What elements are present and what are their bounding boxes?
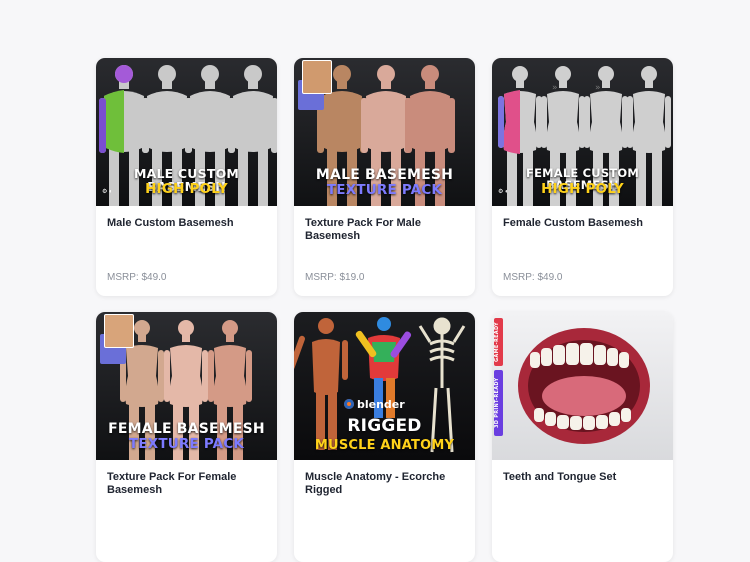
product-card-muscle-anatomy[interactable]: blender RIGGED MUSCLE ANATOMY Muscle Ana… (294, 312, 475, 562)
teeth-tongue-image[interactable]: GAME-READY 3D PRINT-READY (492, 312, 673, 460)
software-logos-icon: ⚙ ◐ (102, 189, 113, 195)
thumb-caption-line1: RIGGED (347, 416, 422, 436)
blender-logo-text: blender (357, 398, 405, 411)
product-title[interactable]: Teeth and Tongue Set (503, 471, 663, 484)
game-ready-badge: GAME-READY (494, 318, 503, 366)
product-card-texture-pack-female[interactable]: FEMALE BASEMESH TEXTURE PACK Texture Pac… (96, 312, 277, 562)
female-textured-figures-image[interactable]: FEMALE BASEMESH TEXTURE PACK (96, 312, 277, 460)
product-title[interactable]: Female Custom Basemesh (503, 217, 663, 230)
software-logos-icon: ⚙ ◐ (498, 189, 509, 195)
product-card-teeth-tongue[interactable]: GAME-READY 3D PRINT-READY Teeth and Tong… (492, 312, 673, 562)
product-card-texture-pack-male[interactable]: MALE BASEMESH TEXTURE PACK Texture Pack … (294, 58, 475, 296)
product-grid: MALE CUSTOM BASEMESH HIGH POLY ⚙ ◐ Male … (96, 58, 673, 562)
thumb-caption-line2: MUSCLE ANATOMY (314, 438, 455, 453)
product-price: MSRP: $49.0 (107, 272, 167, 283)
muscle-anatomy-image[interactable]: blender RIGGED MUSCLE ANATOMY (294, 312, 475, 460)
thumb-caption-line2: HIGH POLY (145, 181, 228, 197)
thumb-caption-line2: TEXTURE PACK (326, 182, 443, 198)
svg-text:»: » (595, 83, 601, 93)
thumb-caption-line2: HIGH POLY (541, 181, 624, 197)
product-price: MSRP: $19.0 (305, 272, 365, 283)
blender-icon (344, 399, 354, 409)
male-textured-figures-image[interactable]: MALE BASEMESH TEXTURE PACK (294, 58, 475, 206)
thumb-caption-line2: TEXTURE PACK (128, 436, 245, 452)
product-title[interactable]: Texture Pack For Female Basemesh (107, 471, 267, 497)
texture-swatch-icon (104, 314, 134, 348)
product-title[interactable]: Male Custom Basemesh (107, 217, 267, 230)
male-figures-image[interactable]: MALE CUSTOM BASEMESH HIGH POLY ⚙ ◐ (96, 58, 277, 206)
blender-logo: blender (344, 398, 405, 411)
thumb-caption-line1: MALE BASEMESH (315, 167, 454, 183)
female-figures-image[interactable]: » » FEMALE CUSTOM BASEMESH HIGH POLY ⚙ ◐ (492, 58, 673, 206)
svg-text:»: » (552, 83, 558, 93)
print-ready-badge: 3D PRINT-READY (494, 370, 503, 436)
product-card-female-custom-basemesh[interactable]: » » FEMALE CUSTOM BASEMESH HIGH POLY ⚙ ◐… (492, 58, 673, 296)
thumb-caption-line1: FEMALE BASEMESH (108, 421, 265, 437)
product-title[interactable]: Muscle Anatomy - Ecorche Rigged (305, 471, 465, 497)
product-price: MSRP: $49.0 (503, 272, 563, 283)
texture-swatch-icon (302, 60, 332, 94)
product-card-male-custom-basemesh[interactable]: MALE CUSTOM BASEMESH HIGH POLY ⚙ ◐ Male … (96, 58, 277, 296)
product-title[interactable]: Texture Pack For Male Basemesh (305, 217, 465, 243)
